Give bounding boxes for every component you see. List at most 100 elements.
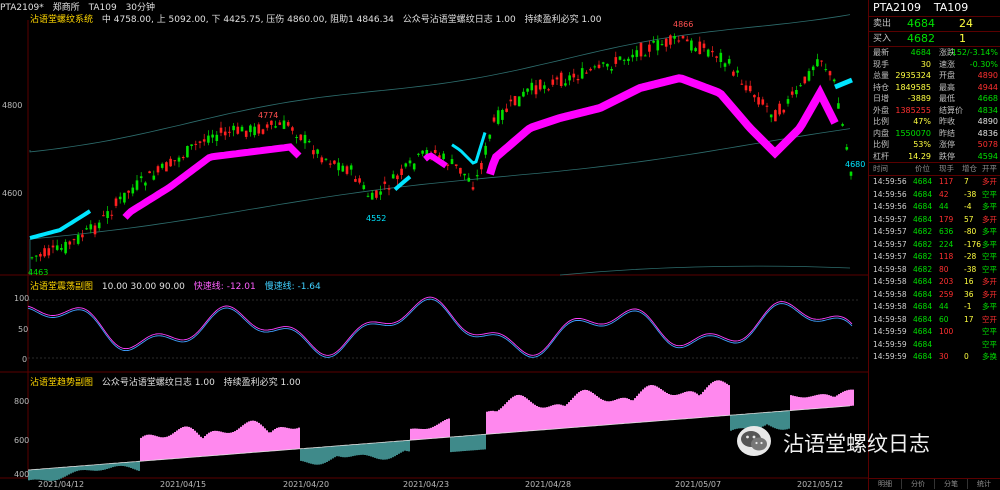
trend-area-strip xyxy=(116,463,118,467)
candle-body xyxy=(442,153,445,160)
tick-row[interactable]: 14:59:59 4684 空平 xyxy=(869,339,1000,352)
trend-area-strip xyxy=(586,390,588,427)
candle-body xyxy=(723,63,727,67)
candle-body xyxy=(463,173,466,176)
tick-row[interactable]: 14:59:57 4682 224 -176 多平 xyxy=(869,239,1000,252)
trend-area-strip xyxy=(618,398,620,424)
tick-row[interactable]: 14:59:56 4684 44 -4 多平 xyxy=(869,201,1000,214)
candle-body xyxy=(559,72,563,86)
tab-price[interactable]: 分价 xyxy=(902,479,935,489)
wechat-icon xyxy=(737,426,771,456)
trend-area-strip xyxy=(236,429,238,454)
trend-area-strip xyxy=(214,430,216,456)
candle-body xyxy=(480,163,483,170)
tick-price: 4682 xyxy=(913,227,933,236)
tick-row[interactable]: 14:59:57 4684 179 57 多开 xyxy=(869,214,1000,227)
trend-area-strip xyxy=(516,395,518,432)
tab-stats[interactable]: 统计 xyxy=(968,479,1000,489)
trend-area-strip xyxy=(152,435,154,461)
candle-body xyxy=(320,157,324,163)
trend-area-strip xyxy=(100,464,102,471)
tick-row[interactable]: 14:59:59 4684 30 0 多换 xyxy=(869,351,1000,364)
stat-label: 跌停 xyxy=(939,151,955,161)
tick-row[interactable]: 14:59:58 4684 259 36 多开 xyxy=(869,289,1000,302)
ma-band-alt xyxy=(451,132,487,165)
trend-area-strip xyxy=(572,397,574,428)
candle-body xyxy=(299,134,303,141)
trend-area-strip xyxy=(604,400,606,425)
candle-body xyxy=(576,79,580,81)
tab-trades[interactable]: 分笔 xyxy=(935,479,968,489)
trend-area-strip xyxy=(808,396,810,410)
trend-area-strip xyxy=(360,444,362,455)
trend-area-strip xyxy=(286,427,288,450)
stat-label: 开盘 xyxy=(939,71,955,80)
chart-area[interactable]: PTA2109* 郑商所 TA109 30分钟 沾语堂螺纹系统 中 4758.0… xyxy=(0,0,868,490)
candle-body xyxy=(652,41,655,43)
stat-label: 昨结 xyxy=(939,128,955,138)
trend-area-strip xyxy=(454,436,456,452)
trend-area-strip xyxy=(500,408,502,434)
bid-row[interactable]: 买入 4682 1 xyxy=(869,32,1000,46)
trend-area-strip xyxy=(340,445,342,457)
trend-area-strip xyxy=(520,395,522,432)
tick-row[interactable]: 14:59:58 4684 60 17 空开 xyxy=(869,314,1000,327)
candle-body xyxy=(244,130,248,137)
tick-row[interactable]: 14:59:57 4682 118 -28 空平 xyxy=(869,251,1000,264)
tab-detail[interactable]: 明细 xyxy=(869,479,902,489)
trend-area-strip xyxy=(684,392,686,419)
tick-row[interactable]: 14:59:58 4682 80 -38 空平 xyxy=(869,264,1000,277)
trend-area-strip xyxy=(670,394,672,420)
stoch-axis-label: 50 xyxy=(18,325,29,334)
trend-area-strip xyxy=(700,394,702,418)
trend-area-strip xyxy=(344,445,346,458)
bid-label: 买入 xyxy=(873,34,892,44)
trend-area-strip xyxy=(696,393,698,418)
trend-area-strip xyxy=(252,420,254,453)
tick-row[interactable]: 14:59:58 4684 203 16 多开 xyxy=(869,276,1000,289)
stoch-name[interactable]: 沾语堂震荡副图 xyxy=(30,279,93,292)
candle-body xyxy=(131,187,135,194)
stat-row: 持仓 1849585 最高 4944 xyxy=(869,82,1000,94)
trend-area-strip xyxy=(566,404,568,428)
trend-area-strip xyxy=(42,468,44,481)
candle-body xyxy=(807,71,811,81)
trend-area-strip xyxy=(482,434,484,450)
tick-row[interactable]: 14:59:56 4684 117 7 多开 xyxy=(869,176,1000,189)
candle-body xyxy=(337,162,340,171)
tick-row[interactable]: 14:59:56 4684 42 -38 空平 xyxy=(869,189,1000,202)
channel-bottom xyxy=(559,265,851,276)
ask-row[interactable]: 卖出 4684 24 xyxy=(869,17,1000,31)
tick-header-row: 时间 价位 现手 增仓 开平 xyxy=(869,162,1000,176)
quote-code[interactable]: TA109 xyxy=(934,1,968,14)
stat-value: 4836 xyxy=(977,128,998,138)
trend-area-strip xyxy=(86,465,88,471)
trend-name[interactable]: 沾语堂趋势副图 xyxy=(30,375,93,388)
trend-area-strip xyxy=(592,393,594,426)
trend-area-strip xyxy=(678,394,680,420)
trend-area-strip xyxy=(328,446,330,461)
trend-area-strip xyxy=(438,423,440,439)
trend-area-strip xyxy=(562,405,564,429)
trend-area-strip xyxy=(206,434,208,457)
trend-notice: 公众号沾语堂螺纹日志 1.00 xyxy=(101,378,215,388)
trend-area-strip xyxy=(580,390,582,427)
tick-row[interactable]: 14:59:59 4684 100 空平 xyxy=(869,326,1000,339)
trend-area-strip xyxy=(806,397,808,410)
trend-area-strip xyxy=(708,385,710,417)
trend-area-strip xyxy=(452,436,454,452)
trend-area-strip xyxy=(370,443,372,457)
chart-canvas[interactable] xyxy=(0,0,868,490)
tick-row[interactable]: 14:59:58 4684 44 -1 多平 xyxy=(869,301,1000,314)
candle-body xyxy=(832,79,836,82)
candle-body xyxy=(379,191,382,195)
trend-area-strip xyxy=(702,391,704,418)
trend-area-strip xyxy=(672,395,674,420)
tick-list[interactable]: 14:59:56 4684 117 7 多开 14:59:56 4684 42 -38 空平 14:… xyxy=(869,176,1000,364)
candle-body xyxy=(530,82,534,91)
trend-area-strip xyxy=(478,434,480,450)
trend-axis-label: 800 xyxy=(14,397,30,406)
quote-symbol[interactable]: PTA2109 xyxy=(873,1,921,14)
tick-row[interactable]: 14:59:57 4682 636 -80 多平 xyxy=(869,226,1000,239)
indicator-name[interactable]: 沾语堂螺纹系统 xyxy=(30,12,93,25)
